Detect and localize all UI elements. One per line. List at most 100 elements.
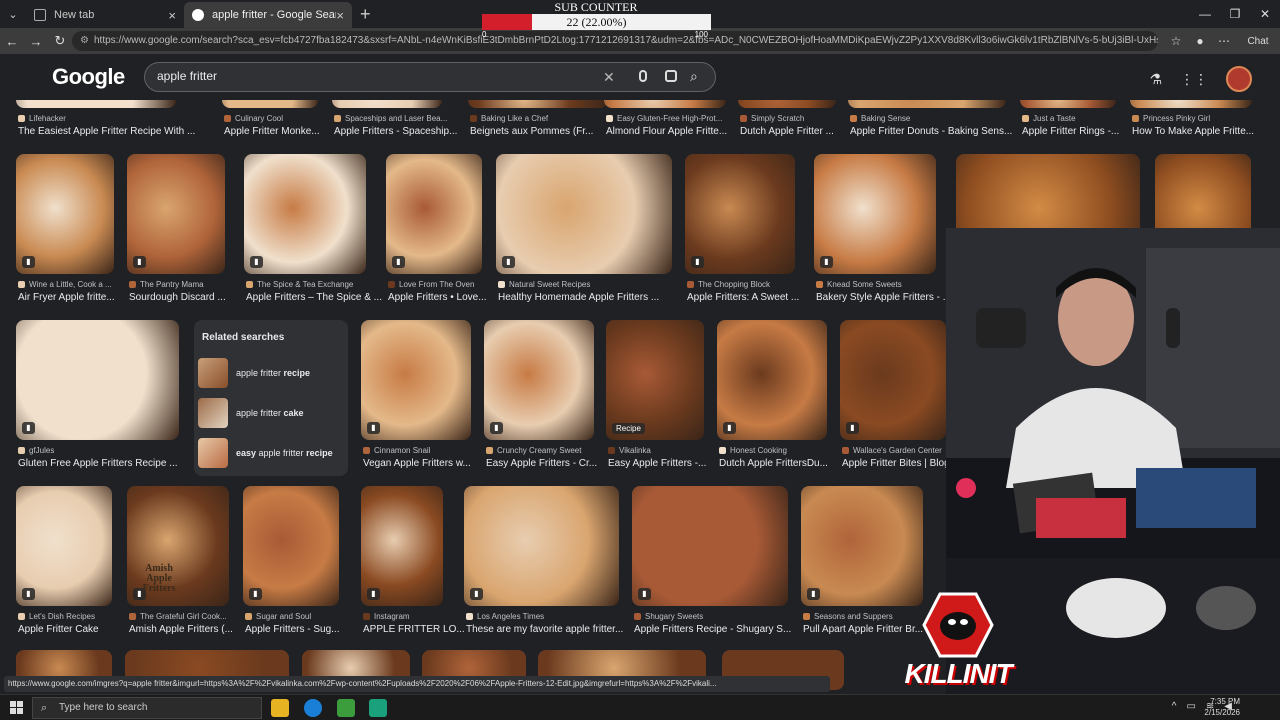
- result-caption[interactable]: Easy Apple Fritters - Cr...: [486, 458, 616, 469]
- result-image[interactable]: ▮: [632, 486, 788, 606]
- result-source[interactable]: Let's Dish Recipes: [18, 612, 134, 621]
- chat-button[interactable]: Chat: [1236, 36, 1280, 47]
- result-source[interactable]: The Grateful Girl Cook...: [129, 612, 251, 621]
- system-clock[interactable]: 7:35 PM 2/15/2026: [1204, 696, 1240, 718]
- related-search-item[interactable]: apple fritter cake: [198, 398, 346, 428]
- star-icon[interactable]: ☆: [1164, 34, 1188, 48]
- result-source[interactable]: Cinnamon Snail: [363, 446, 493, 455]
- result-source[interactable]: Spaceships and Laser Bea...: [334, 114, 464, 123]
- close-icon[interactable]: ×: [336, 8, 344, 23]
- result-source[interactable]: Crunchy Creamy Sweet: [486, 446, 616, 455]
- result-source[interactable]: Wine a Little, Cook a ...: [18, 280, 136, 289]
- result-caption[interactable]: Vegan Apple Fritters w...: [363, 458, 493, 469]
- result-image[interactable]: ▮: [814, 154, 936, 274]
- result-source[interactable]: Instagram: [363, 612, 465, 621]
- app-icon[interactable]: [369, 699, 387, 717]
- result-source[interactable]: Lifehacker: [18, 114, 198, 123]
- result-source[interactable]: Princess Pinky Girl: [1132, 114, 1274, 123]
- result-image[interactable]: ▮: [361, 486, 443, 606]
- apps-grid-icon[interactable]: ⋮⋮: [1180, 71, 1208, 88]
- result-source[interactable]: Just a Taste: [1022, 114, 1138, 123]
- result-caption[interactable]: APPLE FRITTER LO...: [363, 624, 465, 635]
- address-bar[interactable]: ⚙ https://www.google.com/search?sca_esv=…: [72, 31, 1158, 51]
- result-image[interactable]: ▮: [243, 486, 339, 606]
- result-source[interactable]: Simply Scratch: [740, 114, 858, 123]
- search-icon[interactable]: ⌕: [690, 68, 698, 85]
- result-source[interactable]: The Spice & Tea Exchange: [246, 280, 388, 289]
- tab-google-search[interactable]: apple fritter - Google Search ×: [184, 2, 352, 28]
- result-source[interactable]: gfJules: [18, 446, 201, 455]
- result-image[interactable]: ▮: [496, 154, 672, 274]
- result-caption[interactable]: Sourdough Discard ...: [129, 292, 247, 303]
- result-caption[interactable]: Apple Fritters - Spaceship...: [334, 126, 464, 137]
- result-image[interactable]: ▮: [127, 154, 225, 274]
- close-window-icon[interactable]: ✕: [1250, 0, 1280, 28]
- result-caption[interactable]: Healthy Homemade Apple Fritters ...: [498, 292, 694, 303]
- result-caption[interactable]: Apple Fritter Cake: [18, 624, 134, 635]
- result-source[interactable]: Easy Gluten-Free High-Prot...: [606, 114, 748, 123]
- restore-icon[interactable]: ❐: [1220, 0, 1250, 28]
- clear-icon[interactable]: ✕: [603, 69, 615, 86]
- google-logo[interactable]: Google: [52, 64, 125, 90]
- xbox-icon[interactable]: [337, 699, 355, 717]
- avatar[interactable]: [1226, 66, 1252, 92]
- result-image[interactable]: Recipe: [606, 320, 704, 440]
- result-source[interactable]: Knead Some Sweets: [816, 280, 958, 289]
- result-image[interactable]: ▮: [801, 486, 923, 606]
- result-image[interactable]: ▮: [16, 486, 112, 606]
- result-image[interactable]: ▮: [16, 320, 179, 440]
- result-source[interactable]: Sugar and Soul: [245, 612, 361, 621]
- edge-icon[interactable]: [304, 699, 322, 717]
- result-image[interactable]: ▮: [717, 320, 827, 440]
- reload-icon[interactable]: ↻: [48, 33, 72, 49]
- result-image[interactable]: ▮: [361, 320, 471, 440]
- result-caption[interactable]: Air Fryer Apple fritte...: [18, 292, 136, 303]
- result-source[interactable]: Shugary Sweets: [634, 612, 810, 621]
- result-caption[interactable]: Apple Fritter Monke...: [224, 126, 340, 137]
- result-caption[interactable]: Apple Fritters • Love...: [388, 292, 504, 303]
- microphone-icon[interactable]: [639, 70, 647, 82]
- result-source[interactable]: Love From The Oven: [388, 280, 504, 289]
- result-caption[interactable]: Apple Fritter Donuts - Baking Sens...: [850, 126, 1028, 137]
- result-caption[interactable]: Apple Fritters Recipe - Shugary S...: [634, 624, 810, 635]
- result-caption[interactable]: Apple Fritters - Sug...: [245, 624, 361, 635]
- result-source[interactable]: Culinary Cool: [224, 114, 340, 123]
- result-caption[interactable]: Apple Fritters: A Sweet ...: [687, 292, 817, 303]
- result-image[interactable]: ▮: [685, 154, 795, 274]
- search-input[interactable]: [157, 69, 597, 83]
- result-caption[interactable]: Almond Flour Apple Fritte...: [606, 126, 748, 137]
- result-source[interactable]: The Chopping Block: [687, 280, 817, 289]
- labs-icon[interactable]: ⚗: [1149, 71, 1162, 88]
- network-icon[interactable]: ▭: [1186, 701, 1195, 712]
- result-source[interactable]: Honest Cooking: [719, 446, 849, 455]
- chevron-up-icon[interactable]: ^: [1172, 701, 1177, 712]
- tab-search-icon[interactable]: ⌄: [0, 8, 26, 21]
- related-search-item[interactable]: apple fritter recipe: [198, 358, 346, 388]
- taskbar-search-box[interactable]: ⌕ Type here to search: [32, 697, 262, 719]
- result-image[interactable]: ▮: [840, 320, 946, 440]
- result-caption[interactable]: Apple Fritters – The Spice & ...: [246, 292, 388, 303]
- result-source[interactable]: Los Angeles Times: [466, 612, 641, 621]
- file-explorer-icon[interactable]: [271, 699, 289, 717]
- result-caption[interactable]: Gluten Free Apple Fritters Recipe ...: [18, 458, 201, 469]
- result-caption[interactable]: Dutch Apple FrittersDu...: [719, 458, 849, 469]
- site-info-icon[interactable]: ⚙: [80, 31, 89, 51]
- result-caption[interactable]: Dutch Apple Fritter ...: [740, 126, 858, 137]
- lens-icon[interactable]: [665, 70, 677, 82]
- menu-icon[interactable]: ⋯: [1212, 34, 1236, 48]
- windows-start-icon[interactable]: [10, 701, 24, 715]
- back-icon[interactable]: ←: [0, 34, 24, 49]
- profile-icon[interactable]: ●: [1188, 34, 1212, 48]
- result-source[interactable]: The Pantry Mama: [129, 280, 247, 289]
- result-image[interactable]: ▮: [244, 154, 366, 274]
- result-image[interactable]: ▮: [386, 154, 482, 274]
- close-icon[interactable]: ×: [168, 8, 176, 23]
- result-source[interactable]: Baking Sense: [850, 114, 1028, 123]
- result-image[interactable]: ▮: [16, 154, 114, 274]
- result-caption[interactable]: Apple Fritter Rings -...: [1022, 126, 1138, 137]
- minimize-icon[interactable]: —: [1190, 0, 1220, 28]
- related-search-item[interactable]: easy apple fritter recipe: [198, 438, 346, 468]
- result-image[interactable]: ▮: [484, 320, 594, 440]
- new-tab-button[interactable]: +: [360, 4, 371, 25]
- result-caption[interactable]: Easy Apple Fritters -...: [608, 458, 726, 469]
